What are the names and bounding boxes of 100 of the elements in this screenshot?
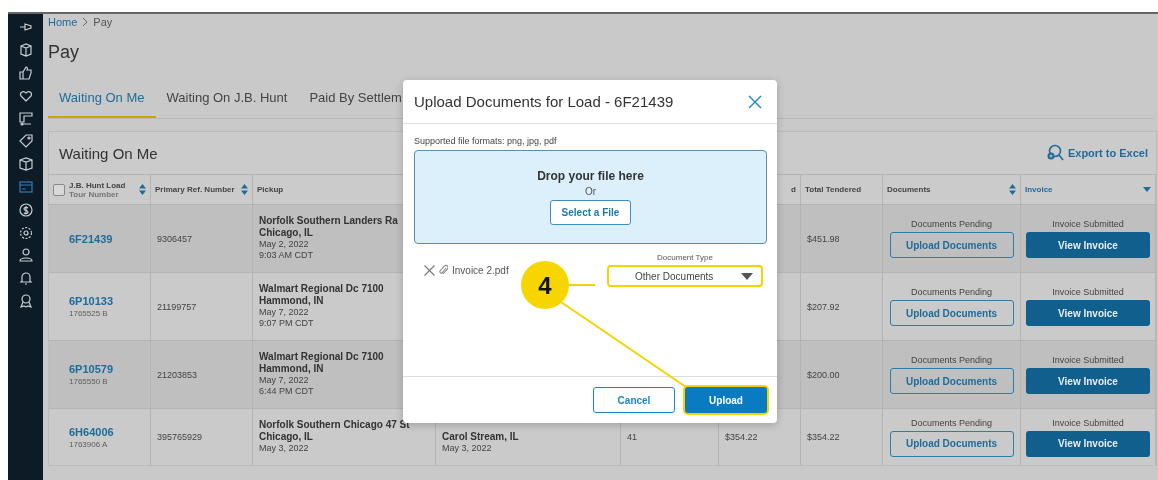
upload-documents-button[interactable]: Upload Documents <box>889 430 1014 457</box>
cancel-button[interactable]: Cancel <box>593 387 675 413</box>
document-type-dropdown[interactable]: Other Documents <box>607 265 763 287</box>
table-cell: 41 <box>627 432 637 442</box>
column-title: Pickup <box>257 185 285 194</box>
pickup-text: Hammond, IN <box>259 295 324 306</box>
dollar-icon <box>18 202 33 217</box>
tag-icon <box>18 134 33 149</box>
formats-note: Supported file formats: png, jpg, pdf <box>414 136 558 146</box>
upload-documents-button[interactable]: Upload Documents <box>889 368 1014 394</box>
view-invoice-button[interactable]: View Invoice <box>1026 430 1150 457</box>
user-icon <box>18 248 33 263</box>
table-cell: $451.98 <box>807 233 840 244</box>
column-title: Total Tendered <box>805 185 863 194</box>
upload-documents-button[interactable]: Upload Documents <box>889 300 1014 326</box>
table-cell: 395765929 <box>157 432 203 442</box>
column-title: J.B. Hunt Load <box>69 180 127 190</box>
column-title: Invoice <box>1025 185 1054 194</box>
breadcrumb-item[interactable]: Home <box>48 16 78 28</box>
pickup-text: Chicago, IL <box>259 227 313 238</box>
drop-zone[interactable]: Drop your file here Or Select a File <box>414 150 767 244</box>
gear-icon <box>18 225 33 240</box>
upload-documents-button[interactable]: Upload Documents <box>889 232 1014 258</box>
table-cell: $207.92 <box>807 301 840 312</box>
thumbs-up-icon <box>18 66 33 80</box>
upload-button[interactable]: Upload <box>685 387 767 413</box>
page-title: Pay <box>48 42 81 64</box>
table-cell: 21203853 <box>157 369 198 380</box>
box-icon <box>18 157 33 172</box>
export-link[interactable]: Export to Excel <box>1045 144 1148 162</box>
export-icon <box>1045 144 1064 162</box>
pickup-text: Hammond, IN <box>259 363 324 374</box>
table-cell: $200.00 <box>807 369 840 380</box>
status-text: Invoice Submitted <box>1052 417 1124 428</box>
sort-down-icon[interactable] <box>1143 187 1151 192</box>
tour-number: 1765550 B <box>69 377 108 386</box>
select-all-checkbox[interactable] <box>53 183 65 196</box>
load-link[interactable]: 6H64006 <box>69 425 114 438</box>
column-title: Documents <box>887 185 932 194</box>
sort-icon[interactable] <box>139 184 146 195</box>
award-icon <box>18 293 33 308</box>
dialog-title: Upload Documents for Load - 6F21439 <box>414 93 674 110</box>
status-text: Documents Pending <box>910 287 993 297</box>
load-link[interactable]: 6P10579 <box>69 363 114 375</box>
pickup-text: Chicago, IL <box>259 431 313 442</box>
tab[interactable]: Waiting On J.B. Hunt <box>155 82 299 118</box>
pickup-text: 9:07 PM CDT <box>259 318 314 328</box>
load-link[interactable]: 6F21439 <box>69 232 113 245</box>
package-icon <box>18 43 33 58</box>
column-title: Primary Ref. Number <box>155 185 236 194</box>
view-invoice-button[interactable]: View Invoice <box>1026 368 1150 394</box>
column-subtitle: Tour Number <box>69 189 120 199</box>
status-text: Documents Pending <box>910 417 993 428</box>
view-invoice-button[interactable]: View Invoice <box>1026 232 1150 258</box>
pickup-text: May 2, 2022 <box>259 239 309 249</box>
sort-icon[interactable] <box>1009 184 1016 195</box>
chevron-icon <box>81 17 90 27</box>
select-file-button[interactable]: Select a File <box>549 200 632 225</box>
remove-icon[interactable] <box>424 264 435 276</box>
card-title: Waiting On Me <box>59 144 158 162</box>
load-link[interactable]: 6P10133 <box>69 295 114 307</box>
column-header[interactable]: J.B. Hunt Load Tour Number <box>49 174 151 204</box>
truck-icon <box>18 111 33 126</box>
heart-icon <box>18 88 33 103</box>
pickup-text: May 7, 2022 <box>259 375 309 385</box>
status-text: Documents Pending <box>910 219 993 229</box>
table-cell: 21199757 <box>157 301 197 312</box>
sort-icon[interactable] <box>241 184 248 195</box>
view-invoice-button[interactable]: View Invoice <box>1026 300 1150 326</box>
card-icon <box>18 179 33 194</box>
status-text: Invoice Submitted <box>1052 219 1124 229</box>
field-label: Document Type <box>657 253 713 262</box>
pickup-text: May 3, 2022 <box>259 443 309 453</box>
drop-title: Drop your file here <box>537 169 644 183</box>
table-cell: $354.22 <box>807 432 840 442</box>
delivery-text: May 3, 2022 <box>442 443 492 453</box>
tour-number: 1763906 A <box>69 439 108 449</box>
status-text: Invoice Submitted <box>1052 287 1124 297</box>
pickup-text: 9:03 AM CDT <box>259 250 314 260</box>
step-number: 4 <box>538 272 552 299</box>
pickup-text: 6:44 PM CDT <box>259 386 314 396</box>
close-icon[interactable] <box>748 94 762 109</box>
column-header[interactable]: Invoice <box>1021 174 1156 204</box>
status-text: Documents Pending <box>910 355 993 365</box>
pickup-text: Walmart Regional Dc 7100 <box>259 351 384 362</box>
table-cell: 9306457 <box>157 233 193 244</box>
column-header[interactable]: Total Tendered <box>801 174 883 204</box>
delivery-text: Carol Stream, IL <box>442 431 519 442</box>
tour-number: 1765525 B <box>69 309 108 318</box>
column-title: d <box>790 185 796 194</box>
paperclip-icon <box>439 264 448 276</box>
status-text: Invoice Submitted <box>1052 355 1124 365</box>
tab[interactable]: Waiting On Me <box>48 82 156 118</box>
pickup-text: May 7, 2022 <box>259 307 309 317</box>
column-header[interactable]: Documents <box>883 174 1021 204</box>
pickup-text: Walmart Regional Dc 7100 <box>259 283 384 294</box>
column-header[interactable]: Primary Ref. Number <box>151 174 253 204</box>
pickup-text: Norfolk Southern Landers Ra <box>259 215 398 226</box>
table-cell: $354.22 <box>725 432 758 442</box>
breadcrumb-item: Pay <box>93 16 113 28</box>
